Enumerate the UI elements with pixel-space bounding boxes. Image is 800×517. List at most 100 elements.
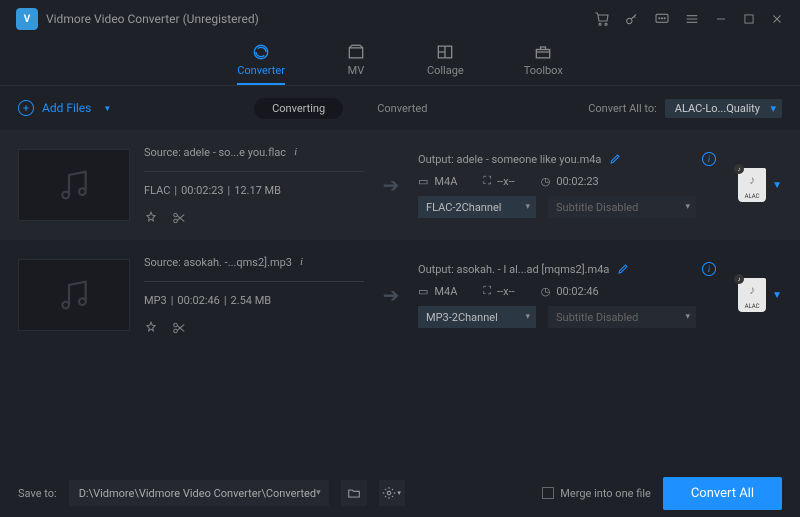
output-column: Output: adele - someone like you.m4a i ▭…	[418, 152, 716, 218]
format-select[interactable]: ALAC-Lo...Quality	[665, 99, 782, 118]
app-logo: V	[16, 8, 38, 30]
plus-icon: +	[18, 100, 34, 116]
add-files-label: Add Files	[42, 101, 91, 115]
tab-converting[interactable]: Converting	[254, 98, 343, 119]
cut-icon[interactable]	[172, 211, 186, 225]
titlebar-left: V Vidmore Video Converter (Unregistered)	[16, 8, 259, 30]
chevron-down-icon[interactable]: ▼	[772, 290, 782, 301]
footer: Save to: D:\Vidmore\Vidmore Video Conver…	[0, 469, 800, 517]
source-size: 2.54 MB	[231, 294, 272, 307]
source-label: Source: adele - so...e you.flac	[144, 146, 286, 159]
nav-label: Collage	[427, 64, 464, 77]
arrow-icon: ➔	[378, 173, 404, 197]
nav-mv[interactable]: MV	[345, 42, 367, 81]
nav-toolbox[interactable]: Toolbox	[524, 42, 563, 81]
close-icon[interactable]	[770, 12, 784, 26]
file-row: Source: asokah. -...qms2].mp3 i MP3 | 00…	[0, 240, 800, 350]
save-to-label: Save to:	[18, 487, 57, 500]
tab-converted[interactable]: Converted	[359, 98, 445, 119]
edit-icon[interactable]	[617, 263, 629, 275]
subtitle-select[interactable]: Subtitle Disabled	[548, 306, 696, 328]
video-icon: ▭	[418, 285, 428, 298]
convert-all-to: Convert All to: ALAC-Lo...Quality	[588, 99, 782, 118]
feedback-icon[interactable]	[654, 11, 670, 27]
out-resolution: --x--	[497, 175, 515, 188]
collage-icon	[434, 42, 456, 62]
source-column: Source: adele - so...e you.flac i FLAC |…	[144, 146, 364, 225]
out-container: M4A	[434, 175, 457, 188]
info-icon[interactable]: i	[300, 256, 303, 268]
nav-converter[interactable]: Converter	[237, 42, 285, 81]
thumbnail[interactable]	[18, 259, 130, 331]
subtitle-select[interactable]: Subtitle Disabled	[548, 196, 696, 218]
video-icon: ▭	[418, 175, 428, 188]
chevron-down-icon: ▼	[103, 104, 111, 113]
source-duration: 00:02:46	[177, 294, 219, 307]
nav-collage[interactable]: Collage	[427, 42, 464, 81]
source-codec: MP3	[144, 294, 167, 307]
target-format[interactable]: ♪ ALAC	[738, 278, 766, 312]
checkbox-icon	[542, 487, 554, 499]
convert-all-label: Convert All to:	[588, 102, 657, 115]
merge-label: Merge into one file	[560, 487, 651, 500]
out-container: M4A	[434, 285, 457, 298]
resolution-icon: ⛶	[483, 174, 491, 188]
audio-channel-select[interactable]: MP3-2Channel	[418, 306, 536, 328]
titlebar-right	[594, 11, 784, 27]
toolbox-icon	[532, 42, 554, 62]
merge-checkbox[interactable]: Merge into one file	[542, 487, 651, 500]
out-duration: 00:02:23	[556, 175, 598, 188]
file-list: Source: adele - so...e you.flac i FLAC |…	[0, 130, 800, 350]
thumbnail[interactable]	[18, 149, 130, 221]
resolution-icon: ⛶	[483, 284, 491, 298]
navbar: Converter MV Collage Toolbox	[0, 38, 800, 86]
source-duration: 00:02:23	[181, 184, 223, 197]
effects-icon[interactable]	[144, 321, 158, 335]
info-icon[interactable]: i	[702, 152, 716, 166]
out-resolution: --x--	[497, 285, 515, 298]
file-row: Source: adele - so...e you.flac i FLAC |…	[0, 130, 800, 240]
info-icon[interactable]: i	[702, 262, 716, 276]
out-duration: 00:02:46	[556, 285, 598, 298]
add-files-button[interactable]: + Add Files ▼	[18, 100, 111, 116]
source-meta: MP3 | 00:02:46 | 2.54 MB	[144, 294, 364, 307]
info-icon[interactable]: i	[294, 146, 297, 158]
save-path-select[interactable]: D:\Vidmore\Vidmore Video Converter\Conve…	[69, 480, 329, 506]
titlebar: V Vidmore Video Converter (Unregistered)	[0, 0, 800, 38]
output-label: Output: adele - someone like you.m4a	[418, 153, 601, 166]
cut-icon[interactable]	[172, 321, 186, 335]
edit-icon[interactable]	[609, 153, 621, 165]
audio-badge-icon: ♪	[734, 164, 744, 174]
status-tabs: Converting Converted	[254, 98, 445, 119]
minimize-icon[interactable]	[714, 12, 728, 26]
source-size: 12.17 MB	[234, 184, 281, 197]
target-format[interactable]: ♪ ALAC	[738, 168, 766, 202]
chevron-down-icon[interactable]: ▼	[772, 180, 782, 191]
audio-badge-icon: ♪	[734, 274, 744, 284]
source-label: Source: asokah. -...qms2].mp3	[144, 256, 292, 269]
convert-all-button[interactable]: Convert All	[663, 477, 782, 510]
clock-icon: ◷	[541, 285, 551, 298]
divider	[144, 281, 364, 282]
source-column: Source: asokah. -...qms2].mp3 i MP3 | 00…	[144, 256, 364, 335]
converter-icon	[250, 42, 272, 62]
target-label: ALAC	[745, 303, 760, 310]
app-title: Vidmore Video Converter (Unregistered)	[46, 12, 259, 26]
maximize-icon[interactable]	[742, 12, 756, 26]
audio-channel-select[interactable]: FLAC-2Channel	[418, 196, 536, 218]
toolbar: + Add Files ▼ Converting Converted Conve…	[0, 86, 800, 130]
source-codec: FLAC	[144, 184, 170, 197]
source-meta: FLAC | 00:02:23 | 12.17 MB	[144, 184, 364, 197]
arrow-icon: ➔	[378, 283, 404, 307]
divider	[144, 171, 364, 172]
target-column: ♪ ALAC ▼	[730, 278, 782, 312]
output-label: Output: asokah. - I al...ad [mqms2].m4a	[418, 263, 609, 276]
menu-icon[interactable]	[684, 11, 700, 27]
open-folder-button[interactable]	[341, 480, 367, 506]
key-icon[interactable]	[624, 11, 640, 27]
cart-icon[interactable]	[594, 11, 610, 27]
settings-button[interactable]: ▾	[379, 480, 405, 506]
effects-icon[interactable]	[144, 211, 158, 225]
target-label: ALAC	[745, 193, 760, 200]
nav-label: Converter	[237, 64, 285, 77]
